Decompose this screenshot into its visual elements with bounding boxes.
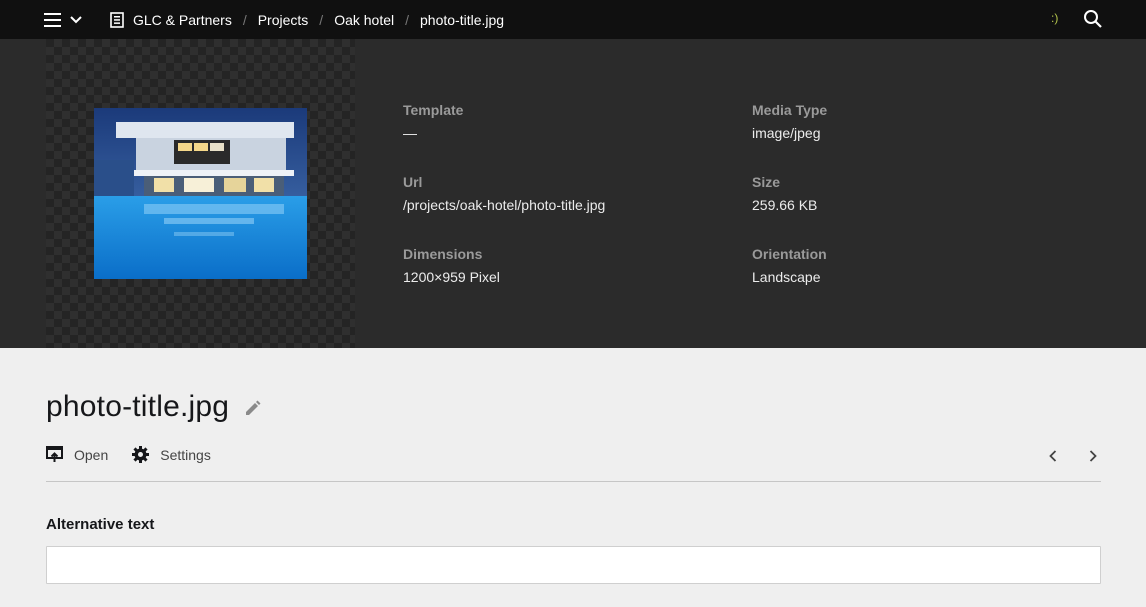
gear-icon	[132, 446, 150, 463]
next-file-button[interactable]	[1082, 446, 1104, 466]
license-status-indicator[interactable]: :)	[1051, 11, 1058, 25]
info-orientation: Orientation Landscape	[752, 246, 827, 285]
breadcrumb-item-site[interactable]: GLC & Partners	[133, 12, 232, 28]
topbar: GLC & Partners / Projects / Oak hotel / …	[0, 0, 1146, 39]
info-value: Landscape	[752, 269, 821, 285]
info-url: Url /projects/oak-hotel/photo-title.jpg	[403, 174, 605, 213]
alt-text-input[interactable]	[46, 546, 1101, 584]
file-navigation	[1042, 446, 1104, 466]
breadcrumb-separator: /	[319, 11, 324, 28]
breadcrumb-item-projects[interactable]: Projects	[258, 12, 309, 28]
open-in-new-icon	[46, 446, 63, 462]
info-label: Media Type	[752, 102, 828, 118]
image-thumbnail	[94, 108, 307, 279]
breadcrumb: GLC & Partners / Projects / Oak hotel / …	[110, 0, 504, 39]
info-dimensions: Dimensions 1200×959 Pixel	[403, 246, 500, 285]
info-label: Url	[403, 174, 423, 190]
open-button-label: Open	[74, 446, 109, 463]
info-label: Orientation	[752, 246, 827, 262]
chevron-down-icon	[70, 16, 82, 24]
hamburger-icon	[44, 13, 61, 27]
info-value: 259.66 KB	[752, 197, 818, 213]
pencil-icon	[246, 400, 261, 415]
breadcrumb-separator: /	[405, 11, 410, 28]
info-label: Template	[403, 102, 464, 118]
info-value: image/jpeg	[752, 125, 821, 141]
info-label: Dimensions	[403, 246, 483, 262]
menu-button[interactable]	[44, 10, 86, 30]
page-icon	[110, 11, 124, 28]
file-actions: Open Settings	[46, 446, 235, 463]
breadcrumb-item-file[interactable]: photo-title.jpg	[420, 12, 504, 28]
file-header: Template — Media Type image/jpeg Url /pr…	[0, 39, 1146, 348]
info-url-link[interactable]: /projects/oak-hotel/photo-title.jpg	[403, 197, 605, 213]
page-title[interactable]: photo-title.jpg	[46, 390, 229, 424]
settings-button[interactable]: Settings	[132, 446, 211, 463]
breadcrumb-separator: /	[242, 11, 247, 28]
chevron-left-icon	[1049, 450, 1057, 462]
info-size: Size 259.66 KB	[752, 174, 817, 213]
title-row: photo-title.jpg	[46, 390, 264, 424]
settings-button-label: Settings	[160, 446, 211, 463]
alt-text-label: Alternative text	[46, 516, 155, 533]
chevron-right-icon	[1089, 450, 1097, 462]
search-icon	[1084, 10, 1102, 28]
open-button[interactable]: Open	[46, 446, 108, 463]
divider	[46, 481, 1101, 482]
info-media-type: Media Type image/jpeg	[752, 102, 827, 141]
file-preview[interactable]	[46, 39, 355, 348]
info-template: Template —	[403, 102, 463, 141]
previous-file-button[interactable]	[1042, 446, 1064, 466]
info-value: —	[403, 125, 417, 141]
search-button[interactable]	[1083, 9, 1103, 29]
info-label: Size	[752, 174, 781, 190]
rename-button[interactable]	[244, 399, 264, 419]
breadcrumb-item-oak-hotel[interactable]: Oak hotel	[334, 12, 394, 28]
info-value: 1200×959 Pixel	[403, 269, 500, 285]
